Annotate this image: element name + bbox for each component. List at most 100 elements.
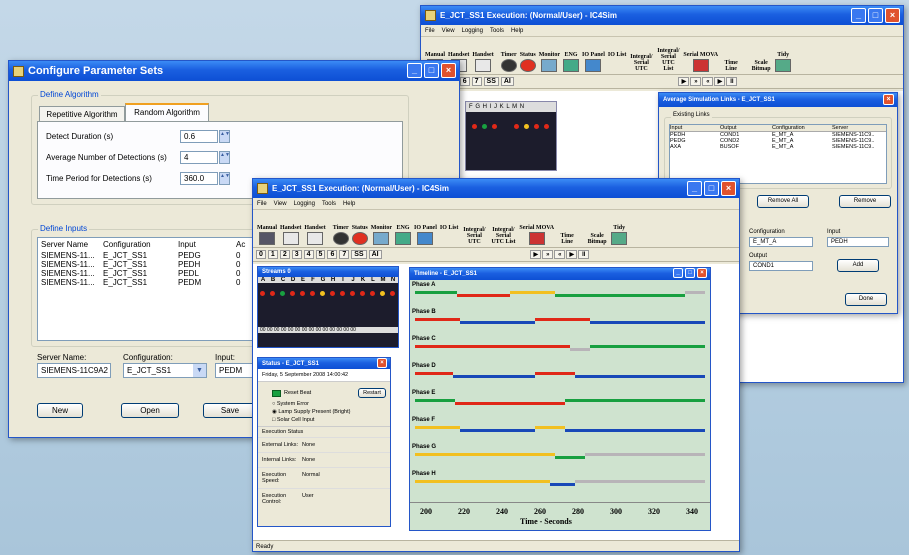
tool-monitor[interactable]: Monitor	[370, 225, 393, 245]
tool-utc-list[interactable]: Integral/ Serial UTC List	[655, 48, 681, 72]
pause-icon[interactable]: II	[578, 250, 590, 259]
stage-3[interactable]: 3	[291, 250, 302, 259]
lamp-supply-row[interactable]: ◉ Lamp Supply Present (Bright)	[258, 408, 390, 416]
tool-time-line[interactable]: Time Line	[720, 60, 742, 72]
menu-logging[interactable]: Logging	[294, 201, 315, 207]
input-select[interactable]: PEDH	[827, 237, 889, 247]
stage-0[interactable]: 0	[256, 250, 266, 259]
minimize-icon[interactable]: _	[673, 268, 683, 278]
column-header[interactable]: Output	[720, 125, 772, 131]
output-select[interactable]: COND1	[749, 261, 813, 271]
maximize-icon[interactable]: □	[685, 268, 695, 278]
stage-5[interactable]: 5	[315, 250, 326, 259]
play-icon[interactable]: ▶	[678, 77, 690, 86]
stage-6[interactable]: 6	[459, 77, 470, 86]
configuration-select[interactable]: E_JCT_SS1 ▼	[123, 363, 207, 378]
step-icon[interactable]: ▶	[714, 77, 726, 86]
tool-io-list[interactable]: IO List	[607, 52, 628, 72]
column-header[interactable]: Input	[178, 240, 236, 249]
stage-4[interactable]: 4	[303, 250, 314, 259]
tool-handset-2[interactable]: Handset	[471, 52, 494, 72]
tool-timer[interactable]: Timer	[500, 52, 518, 72]
column-header[interactable]: Configuration	[772, 125, 832, 131]
save-button[interactable]: Save	[203, 403, 257, 418]
tool-utc-list[interactable]: Integral/ Serial UTC List	[489, 227, 517, 245]
title-bar[interactable]: Average Simulation Links - E_JCT_SS1 ×	[659, 93, 897, 107]
tool-tidy[interactable]: Tidy	[610, 225, 628, 245]
restart-button[interactable]: Restart	[358, 388, 386, 398]
tool-status[interactable]: Status	[519, 52, 537, 72]
open-button[interactable]: Open	[121, 403, 179, 418]
tool-io-panel[interactable]: IO Panel	[413, 225, 438, 245]
title-bar[interactable]: Timeline - E_JCT_SS1 _ □ ×	[410, 268, 710, 280]
column-header[interactable]: Server Name	[41, 240, 103, 249]
chevron-down-icon[interactable]: ▼	[193, 364, 206, 377]
menu-help[interactable]: Help	[511, 28, 523, 34]
title-bar[interactable]: Configure Parameter Sets _ □ ×	[9, 61, 459, 81]
server-name-field[interactable]: SIEMENS-11C9A2	[37, 363, 111, 378]
tool-tidy[interactable]: Tidy	[774, 52, 792, 72]
maximize-icon[interactable]: □	[424, 63, 439, 78]
menu-tools[interactable]: Tools	[322, 201, 336, 207]
stage-1[interactable]: 1	[267, 250, 278, 259]
tool-io-list[interactable]: IO List	[439, 225, 460, 245]
tool-serial-mova[interactable]: Serial MOVA	[682, 52, 719, 72]
stage-2[interactable]: 2	[279, 250, 290, 259]
pause-icon[interactable]: II	[726, 77, 738, 86]
step-icon[interactable]: ▶	[566, 250, 578, 259]
system-error-row[interactable]: ○ System Error	[258, 399, 390, 408]
tool-scale-bitmap[interactable]: Scale Bitmap	[585, 233, 609, 245]
tool-serial-mova[interactable]: Serial MOVA	[518, 225, 555, 245]
stage-7[interactable]: 7	[471, 77, 482, 86]
tool-status[interactable]: Status	[351, 225, 369, 245]
tool-scale-bitmap[interactable]: Scale Bitmap	[749, 60, 773, 72]
title-bar[interactable]: E_JCT_SS1 Execution: (Normal/User) - IC4…	[253, 179, 739, 198]
menu-file[interactable]: File	[425, 28, 435, 34]
menu-view[interactable]: View	[442, 28, 455, 34]
title-bar[interactable]: E_JCT_SS1 Execution: (Normal/User) - IC4…	[421, 6, 903, 25]
stage-ss[interactable]: SS	[351, 250, 367, 259]
close-icon[interactable]: ×	[441, 63, 456, 78]
tool-manual[interactable]: Manual	[256, 225, 278, 245]
column-header[interactable]: Server	[832, 125, 848, 131]
menu-file[interactable]: File	[257, 201, 267, 207]
minimize-icon[interactable]: _	[687, 181, 702, 196]
add-button[interactable]: Add	[837, 259, 879, 272]
stage-ai[interactable]: AI	[500, 77, 514, 86]
spin-up-down[interactable]: ▲▼	[219, 130, 230, 143]
tool-io-panel[interactable]: IO Panel	[581, 52, 606, 72]
tool-monitor[interactable]: Monitor	[538, 52, 561, 72]
tool-handset-2[interactable]: Handset	[303, 225, 326, 245]
maximize-icon[interactable]: □	[868, 8, 883, 23]
remove-all-button[interactable]: Remove All	[757, 195, 809, 208]
table-row[interactable]: AXA BUSOF E_MT_A SIEMENS-11C9..	[670, 144, 886, 150]
minimize-icon[interactable]: _	[851, 8, 866, 23]
tool-time-line[interactable]: Time Line	[556, 233, 578, 245]
time-period-input[interactable]: 360.0	[180, 172, 218, 185]
menu-help[interactable]: Help	[343, 201, 355, 207]
column-header[interactable]: Input	[670, 125, 720, 131]
maximize-icon[interactable]: □	[704, 181, 719, 196]
rewind-icon[interactable]: «	[554, 250, 566, 259]
fast-forward-icon[interactable]: »	[690, 77, 702, 86]
done-button[interactable]: Done	[845, 293, 887, 306]
tool-timer[interactable]: Timer	[332, 225, 350, 245]
menu-logging[interactable]: Logging	[462, 28, 483, 34]
fast-forward-icon[interactable]: »	[542, 250, 554, 259]
menu-tools[interactable]: Tools	[490, 28, 504, 34]
avg-detections-input[interactable]: 4	[180, 151, 218, 164]
tab-random[interactable]: Random Algorithm	[125, 103, 209, 122]
tool-utc[interactable]: Integral/ Serial UTC	[460, 227, 488, 245]
close-icon[interactable]: ×	[885, 8, 900, 23]
spin-up-down[interactable]: ▲▼	[219, 172, 230, 185]
tool-handset[interactable]: Handset	[279, 225, 302, 245]
stage-6[interactable]: 6	[327, 250, 338, 259]
configuration-select[interactable]: E_MT_A	[749, 237, 813, 247]
solar-cell-row[interactable]: □ Solar Cell Input	[258, 416, 390, 426]
close-icon[interactable]: ×	[721, 181, 736, 196]
close-icon[interactable]: ×	[883, 94, 894, 105]
title-bar[interactable]: Status - E_JCT_SS1 ×	[258, 358, 390, 369]
tool-eng[interactable]: ENG	[562, 52, 580, 72]
minimize-icon[interactable]: _	[407, 63, 422, 78]
remove-button[interactable]: Remove	[839, 195, 891, 208]
